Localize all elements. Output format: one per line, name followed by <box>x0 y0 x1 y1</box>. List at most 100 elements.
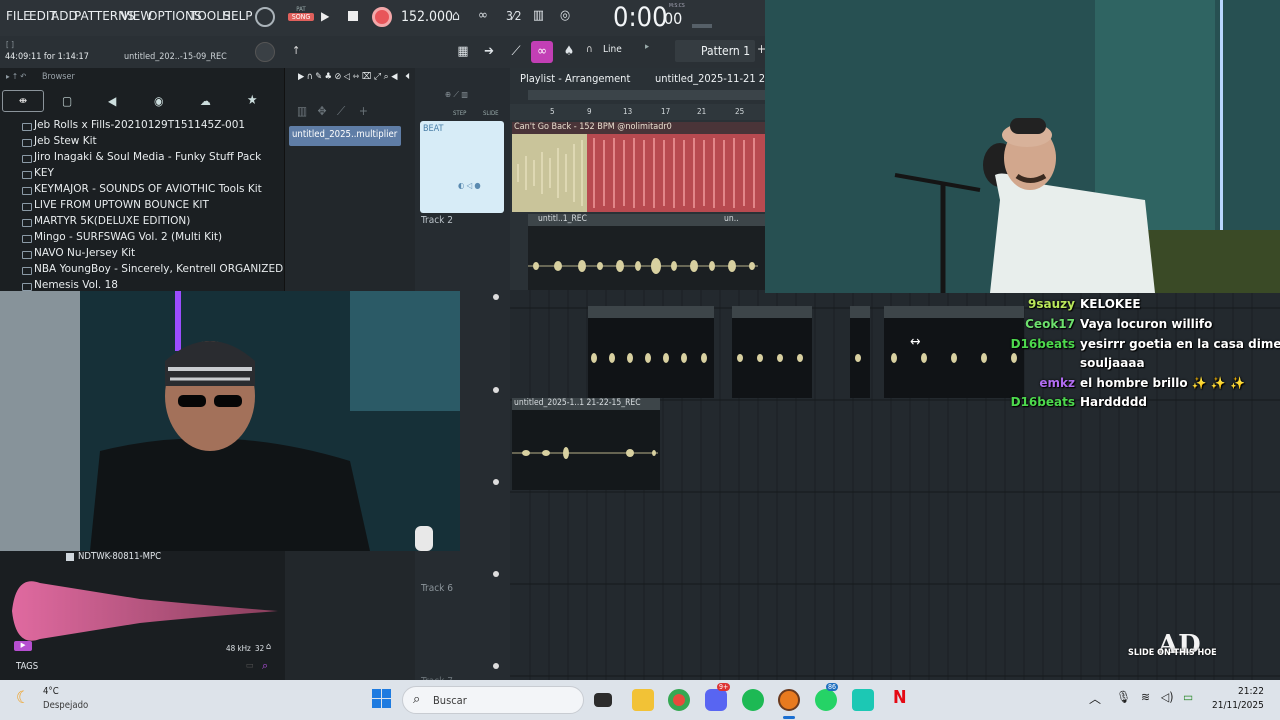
browser-item[interactable]: Jiro Inagaki & Soul Media - Funky Stuff … <box>34 151 261 163</box>
track-dot[interactable] <box>493 571 499 577</box>
browser-plugins-icon[interactable]: ◉ <box>154 94 163 108</box>
tray-chevron-icon[interactable]: ︿ <box>1089 690 1101 707</box>
chat-username: Ceok17 <box>1025 317 1075 331</box>
file-explorer-icon[interactable] <box>632 689 654 711</box>
browser-favorites-icon[interactable]: ★ <box>247 93 258 108</box>
snap-arrow-icon[interactable]: ▸ <box>645 42 649 52</box>
browser-files-icon[interactable]: ▢ <box>62 94 72 108</box>
rec-clip-body[interactable] <box>528 226 765 292</box>
pitch-knob[interactable] <box>255 42 275 62</box>
fl-studio-icon[interactable] <box>778 689 800 711</box>
track-beat-header[interactable]: BEAT ◐ ◁ ● <box>420 121 504 213</box>
rec-clip-label-short: un.. <box>724 214 739 224</box>
browser-item[interactable]: Jeb Rolls x Fills-20210129T151145Z-001 <box>34 119 245 131</box>
task-view-icon[interactable] <box>594 693 612 707</box>
weather-moon-icon[interactable]: ☾ <box>16 688 30 708</box>
chat-app-icon[interactable] <box>852 689 874 711</box>
hint-time: 44:09:11 for 1:14:17 <box>5 52 89 62</box>
step-edit-icon[interactable]: ▥ <box>533 8 544 23</box>
browser-speaker-icon[interactable]: ◀ <box>108 94 116 108</box>
active-app-indicator <box>783 716 795 719</box>
cursor-tool-icon[interactable]: ↑ <box>292 44 300 57</box>
chrome-icon[interactable] <box>668 689 690 711</box>
long-rec-waveform <box>512 447 658 459</box>
wifi-icon[interactable]: ≋ <box>1141 690 1150 704</box>
netflix-icon[interactable]: N <box>893 687 907 708</box>
link-icon[interactable]: ∞ <box>531 41 553 63</box>
arrow-right-icon[interactable]: ➔ <box>478 41 500 63</box>
browser-item[interactable]: Mingo - SURFSWAG Vol. 2 (Multi Kit) <box>34 231 222 243</box>
timeline-ruler[interactable]: 5 9 13 17 21 25 <box>510 104 765 120</box>
stamp-icon[interactable]: ♠ <box>558 41 580 63</box>
beat-audio-clip[interactable]: Can't Go Back - 152 BPM @nolimitadr0 <box>512 122 765 212</box>
browser-item[interactable]: KEY <box>34 167 54 179</box>
blend-notes-icon[interactable]: ◎ <box>560 8 570 23</box>
hint-bracket: [ ] <box>6 40 14 49</box>
tag-folder-icon[interactable]: ▭ <box>246 661 254 671</box>
chat-text: yesirrr goetia en la casa dimelo <box>1080 337 1280 351</box>
clip-tools-icons[interactable]: ▥ ✥ ⟋ + <box>297 104 368 119</box>
long-rec-clip[interactable]: untitled_2025-1..1 21-22-15_REC <box>512 398 660 490</box>
ruler-mark: 25 <box>735 107 745 116</box>
discord-icon[interactable]: 9+ <box>705 683 731 711</box>
weather-desc[interactable]: Despejado <box>43 700 88 711</box>
weather-temp[interactable]: 4°C <box>43 686 59 697</box>
windows-taskbar: ☾ 4°C Despejado ⌕ Buscar 9+ 86 N ︿ 🎙︎ ≋ … <box>0 680 1280 720</box>
tag-search-icon[interactable]: ⌕ <box>262 659 268 673</box>
taskbar-search[interactable]: ⌕ Buscar <box>402 686 584 714</box>
sample-export-icon[interactable]: ⌂ <box>266 642 271 652</box>
countdown-icon[interactable]: 3⁄2 <box>506 9 522 23</box>
browser-item[interactable]: MARTYR 5K(DELUXE EDITION) <box>34 215 190 227</box>
clock-time[interactable]: 21:22 <box>1238 686 1264 697</box>
track-dot[interactable] <box>493 479 499 485</box>
sample-waveform[interactable] <box>0 569 285 649</box>
magnet-icon[interactable]: ∩ <box>586 44 593 55</box>
microphone-icon[interactable]: 🎙︎ <box>1116 690 1131 704</box>
pattern-selector[interactable]: Pattern 1 <box>675 40 755 62</box>
slide-label: SLIDE <box>483 110 499 117</box>
pat-song-toggle[interactable]: PAT SONG <box>288 6 314 30</box>
whatsapp-icon[interactable]: 86 <box>815 683 839 711</box>
plugin-icon[interactable]: ⟋ <box>505 41 527 63</box>
webcam-producer <box>765 0 1280 293</box>
menu-file[interactable]: FILE <box>6 9 31 23</box>
playlist-tools-icons[interactable]: ▶ ∩ ✎ ♣ ⊘ ◁ ⇿ ⌧ ⤢ ⌕ ◀ ⏴ <box>298 72 410 82</box>
webcam-artist <box>0 291 460 551</box>
master-volume-knob[interactable] <box>255 7 275 27</box>
menu-help[interactable]: HELP <box>222 9 253 23</box>
metronome-icon[interactable]: ⌂ <box>452 8 460 24</box>
browser-panel: ▸ ↑ ↶ Browser ⇼ ▢ ◀ ◉ ☁ ★ Jeb Rolls x Fi… <box>0 68 333 293</box>
browser-all-tab[interactable]: ⇼ <box>2 90 44 112</box>
track-dot[interactable] <box>493 387 499 393</box>
battery-icon[interactable]: ▭ <box>1183 690 1193 704</box>
clip-list-item-selected[interactable]: untitled_2025..multiplier <box>289 126 401 146</box>
play-sample-icon[interactable]: ▶ <box>14 641 32 651</box>
track-dot[interactable] <box>493 663 499 669</box>
rec-clip-header[interactable]: untitl..1_REC un.. <box>528 214 765 226</box>
clock-date[interactable]: 21/11/2025 <box>1212 700 1264 711</box>
tempo-display[interactable]: 152.000 <box>401 9 453 25</box>
stop-icon[interactable] <box>348 11 358 21</box>
chat-text: Vaya locuron willifo <box>1080 317 1213 331</box>
browser-item[interactable]: LIVE FROM UPTOWN BOUNCE KIT <box>34 199 209 211</box>
webcam-producer-scene <box>765 0 1280 293</box>
windows-start-icon[interactable] <box>372 689 392 709</box>
playlist-scrollbar[interactable] <box>528 90 765 100</box>
snap-select[interactable]: Line <box>603 44 622 55</box>
browser-item[interactable]: Jeb Stew Kit <box>34 135 97 147</box>
play-icon[interactable]: ▶ <box>321 9 329 23</box>
record-button[interactable] <box>372 7 392 27</box>
browser-item[interactable]: Nemesis Vol. 18 <box>34 279 118 291</box>
fl-top-bar: FILE EDIT ADD PATTERNS VIEW OPTIONS TOOL… <box>0 0 765 36</box>
browser-item[interactable]: NAVO Nu-Jersey Kit <box>34 247 135 259</box>
browser-nav-icons[interactable]: ▸ ↑ ↶ <box>6 72 26 81</box>
volume-icon[interactable]: ◁) <box>1161 690 1174 704</box>
browser-item[interactable]: KEYMAJOR - SOUNDS OF AVIOTHIC Tools Kit <box>34 183 262 195</box>
spotify-icon[interactable] <box>742 689 764 711</box>
browser-cloud-icon[interactable]: ☁ <box>200 94 211 108</box>
track-dot[interactable] <box>493 294 499 300</box>
loop-record-icon[interactable]: ∞ <box>478 8 488 23</box>
track-beat-controls-icon[interactable]: ◐ ◁ ● <box>458 181 481 190</box>
playlist-tool-icons[interactable]: ⊕ ⟋ ▥ <box>445 90 468 100</box>
piano-roll-icon[interactable]: ▦ <box>452 41 474 63</box>
